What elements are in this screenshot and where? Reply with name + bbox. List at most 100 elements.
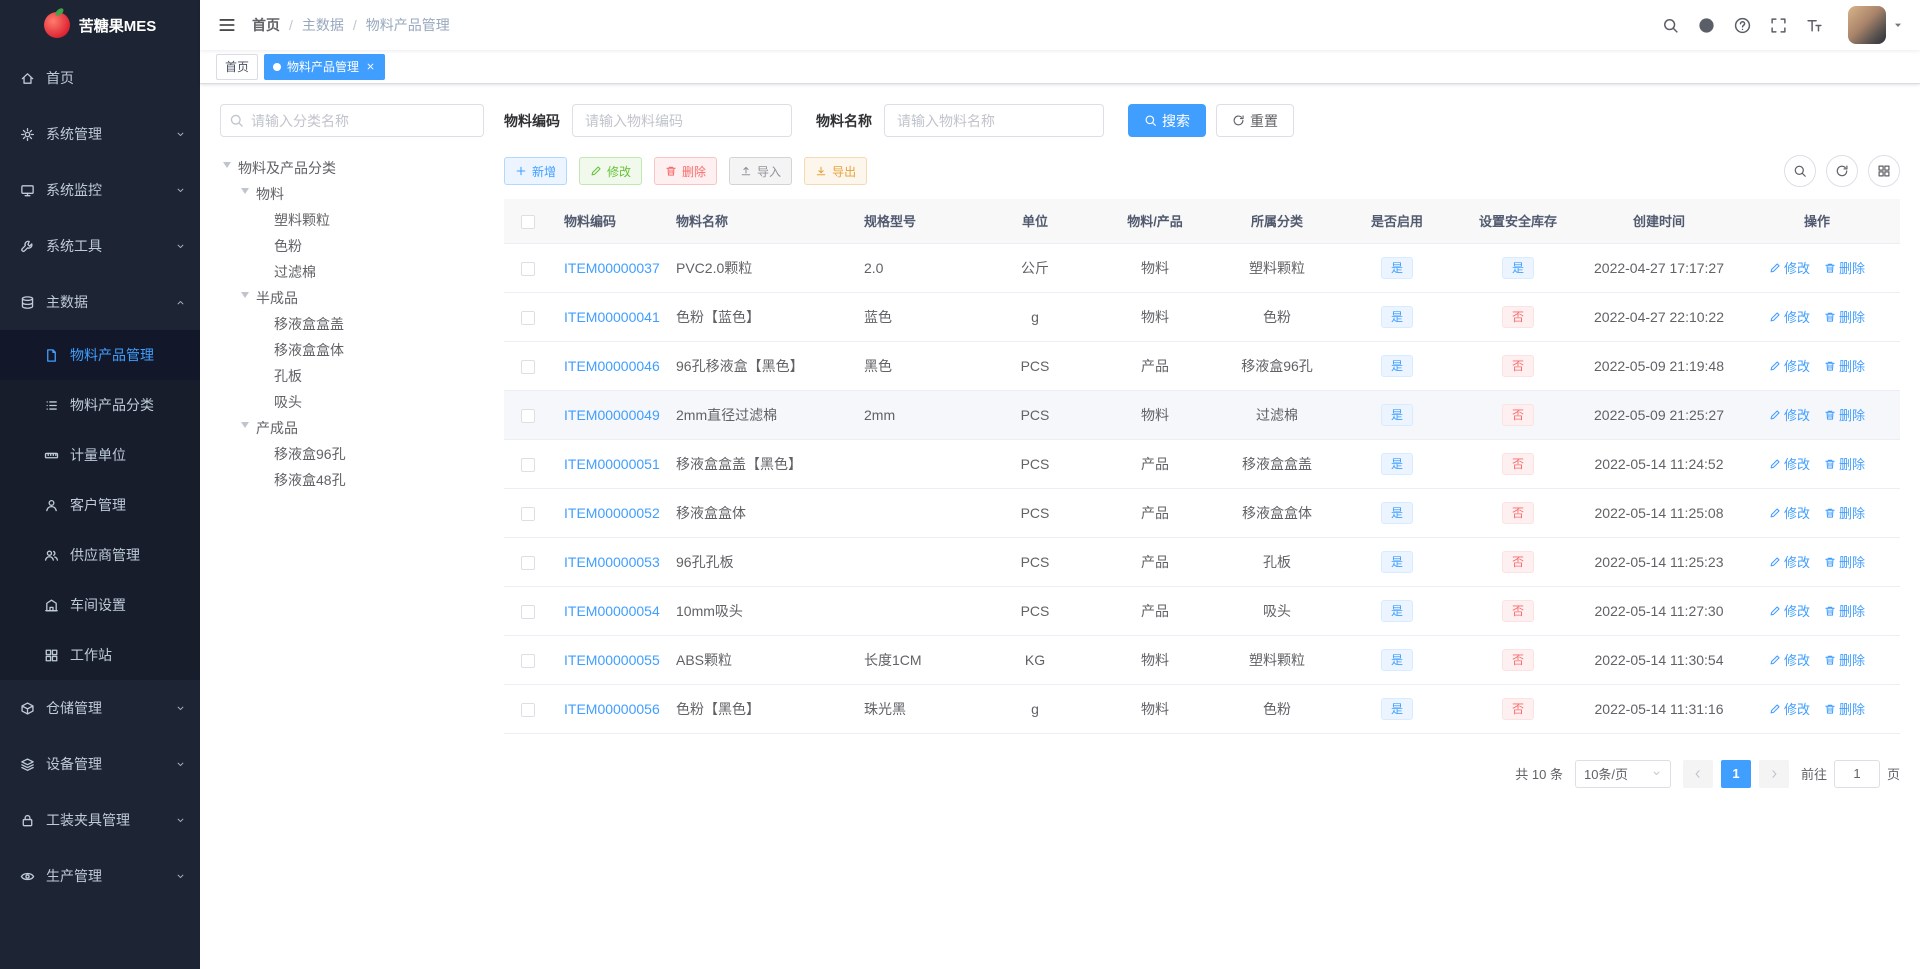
fullscreen-icon[interactable] bbox=[1770, 17, 1787, 34]
tree-node[interactable]: 吸头 bbox=[220, 389, 484, 415]
row-checkbox[interactable] bbox=[521, 506, 535, 521]
tree-node[interactable]: 物料及产品分类 bbox=[220, 155, 484, 181]
tree-node[interactable]: 孔板 bbox=[220, 363, 484, 389]
tree-node[interactable]: 半成品 bbox=[220, 285, 484, 311]
row-checkbox[interactable] bbox=[521, 653, 535, 668]
sidebar-item-master-data[interactable]: 主数据 bbox=[0, 274, 200, 330]
edit-button[interactable]: 修改 bbox=[579, 157, 643, 185]
avatar[interactable] bbox=[1848, 6, 1886, 44]
row-edit-button[interactable]: 修改 bbox=[1769, 258, 1810, 277]
row-delete-button[interactable]: 删除 bbox=[1824, 601, 1865, 620]
tree-node[interactable]: 色粉 bbox=[220, 233, 484, 259]
tree-node[interactable]: 移液盒盒盖 bbox=[220, 311, 484, 337]
sidebar-item-system-monitor[interactable]: 系统监控 bbox=[0, 162, 200, 218]
sidebar-subitem-material-product-category[interactable]: 物料产品分类 bbox=[0, 380, 200, 430]
tab-material-product-mgmt[interactable]: 物料产品管理 bbox=[264, 53, 386, 80]
sidebar-item-production-mgmt[interactable]: 生产管理 bbox=[0, 848, 200, 904]
font-size-icon[interactable] bbox=[1806, 17, 1823, 34]
hamburger-menu-icon[interactable] bbox=[218, 16, 236, 34]
tree-node[interactable]: 物料 bbox=[220, 181, 484, 207]
material-code-link[interactable]: ITEM00000054 bbox=[564, 603, 660, 619]
select-all-checkbox[interactable] bbox=[521, 214, 535, 229]
material-name-input[interactable] bbox=[884, 104, 1104, 137]
row-edit-button[interactable]: 修改 bbox=[1769, 503, 1810, 522]
material-code-link[interactable]: ITEM00000046 bbox=[564, 358, 660, 374]
row-delete-button[interactable]: 删除 bbox=[1824, 454, 1865, 473]
help-icon[interactable] bbox=[1734, 17, 1751, 34]
sidebar-subitem-material-product-mgmt[interactable]: 物料产品管理 bbox=[0, 330, 200, 380]
sidebar-item-home[interactable]: 首页 bbox=[0, 50, 200, 106]
row-delete-button[interactable]: 删除 bbox=[1824, 307, 1865, 326]
material-code-link[interactable]: ITEM00000049 bbox=[564, 407, 660, 423]
row-edit-button[interactable]: 修改 bbox=[1769, 356, 1810, 375]
page-size-select[interactable]: 10条/页 bbox=[1574, 759, 1671, 788]
material-code-link[interactable]: ITEM00000056 bbox=[564, 701, 660, 717]
row-checkbox[interactable] bbox=[521, 604, 535, 619]
tree-node[interactable]: 塑料颗粒 bbox=[220, 207, 484, 233]
prev-page-button[interactable] bbox=[1682, 759, 1713, 788]
tree-node[interactable]: 产成品 bbox=[220, 415, 484, 441]
row-edit-button[interactable]: 修改 bbox=[1769, 307, 1810, 326]
row-checkbox[interactable] bbox=[521, 408, 535, 423]
material-code-link[interactable]: ITEM00000041 bbox=[564, 309, 660, 325]
tree-node[interactable]: 移液盒48孔 bbox=[220, 467, 484, 493]
material-code-link[interactable]: ITEM00000052 bbox=[564, 505, 660, 521]
add-button[interactable]: 新增 bbox=[504, 157, 568, 185]
page-number-button[interactable]: 1 bbox=[1720, 759, 1751, 788]
row-edit-button[interactable]: 修改 bbox=[1769, 454, 1810, 473]
refresh-button[interactable] bbox=[1826, 155, 1858, 187]
row-edit-button[interactable]: 修改 bbox=[1769, 699, 1810, 718]
row-edit-button[interactable]: 修改 bbox=[1769, 650, 1810, 669]
row-delete-button[interactable]: 删除 bbox=[1824, 503, 1865, 522]
export-button[interactable]: 导出 bbox=[804, 157, 868, 185]
sidebar-item-equipment-mgmt[interactable]: 设备管理 bbox=[0, 736, 200, 792]
user-menu[interactable] bbox=[1848, 6, 1904, 44]
next-page-button[interactable] bbox=[1758, 759, 1789, 788]
row-checkbox[interactable] bbox=[521, 310, 535, 325]
breadcrumb-item[interactable]: 主数据 bbox=[302, 15, 344, 35]
sidebar-subitem-supplier-mgmt[interactable]: 供应商管理 bbox=[0, 530, 200, 580]
close-icon[interactable] bbox=[365, 61, 376, 72]
sidebar-item-system-tools[interactable]: 系统工具 bbox=[0, 218, 200, 274]
material-code-input[interactable] bbox=[572, 104, 792, 137]
github-icon[interactable] bbox=[1698, 17, 1715, 34]
columns-button[interactable] bbox=[1868, 155, 1900, 187]
row-checkbox[interactable] bbox=[521, 457, 535, 472]
sidebar-subitem-measure-unit[interactable]: 计量单位 bbox=[0, 430, 200, 480]
row-checkbox[interactable] bbox=[521, 702, 535, 717]
material-code-link[interactable]: ITEM00000037 bbox=[564, 260, 660, 276]
import-button[interactable]: 导入 bbox=[729, 157, 793, 185]
row-edit-button[interactable]: 修改 bbox=[1769, 552, 1810, 571]
row-delete-button[interactable]: 删除 bbox=[1824, 405, 1865, 424]
sidebar-subitem-customer-mgmt[interactable]: 客户管理 bbox=[0, 480, 200, 530]
tree-node[interactable]: 过滤棉 bbox=[220, 259, 484, 285]
sidebar-item-fixture-mgmt[interactable]: 工装夹具管理 bbox=[0, 792, 200, 848]
row-checkbox[interactable] bbox=[521, 359, 535, 374]
row-edit-button[interactable]: 修改 bbox=[1769, 405, 1810, 424]
row-delete-button[interactable]: 删除 bbox=[1824, 699, 1865, 718]
delete-button[interactable]: 删除 bbox=[654, 157, 718, 185]
row-delete-button[interactable]: 删除 bbox=[1824, 258, 1865, 277]
show-search-button[interactable] bbox=[1784, 155, 1816, 187]
search-button[interactable]: 搜索 bbox=[1128, 104, 1206, 137]
goto-page-input[interactable] bbox=[1833, 759, 1880, 788]
sidebar-item-warehouse-mgmt[interactable]: 仓储管理 bbox=[0, 680, 200, 736]
tree-node[interactable]: 移液盒96孔 bbox=[220, 441, 484, 467]
tab-home[interactable]: 首页 bbox=[216, 53, 259, 80]
search-icon[interactable] bbox=[1662, 17, 1679, 34]
row-delete-button[interactable]: 删除 bbox=[1824, 650, 1865, 669]
sidebar-subitem-workstation[interactable]: 工作站 bbox=[0, 630, 200, 680]
material-code-link[interactable]: ITEM00000053 bbox=[564, 554, 660, 570]
row-checkbox[interactable] bbox=[521, 261, 535, 276]
sidebar-subitem-workshop-settings[interactable]: 车间设置 bbox=[0, 580, 200, 630]
tree-node[interactable]: 移液盒盒体 bbox=[220, 337, 484, 363]
row-delete-button[interactable]: 删除 bbox=[1824, 356, 1865, 375]
category-search-input[interactable] bbox=[220, 104, 484, 137]
material-code-link[interactable]: ITEM00000051 bbox=[564, 456, 660, 472]
row-checkbox[interactable] bbox=[521, 555, 535, 570]
reset-button[interactable]: 重置 bbox=[1216, 104, 1294, 137]
breadcrumb-item[interactable]: 首页 bbox=[252, 15, 280, 35]
sidebar-item-system-admin[interactable]: 系统管理 bbox=[0, 106, 200, 162]
row-edit-button[interactable]: 修改 bbox=[1769, 601, 1810, 620]
row-delete-button[interactable]: 删除 bbox=[1824, 552, 1865, 571]
